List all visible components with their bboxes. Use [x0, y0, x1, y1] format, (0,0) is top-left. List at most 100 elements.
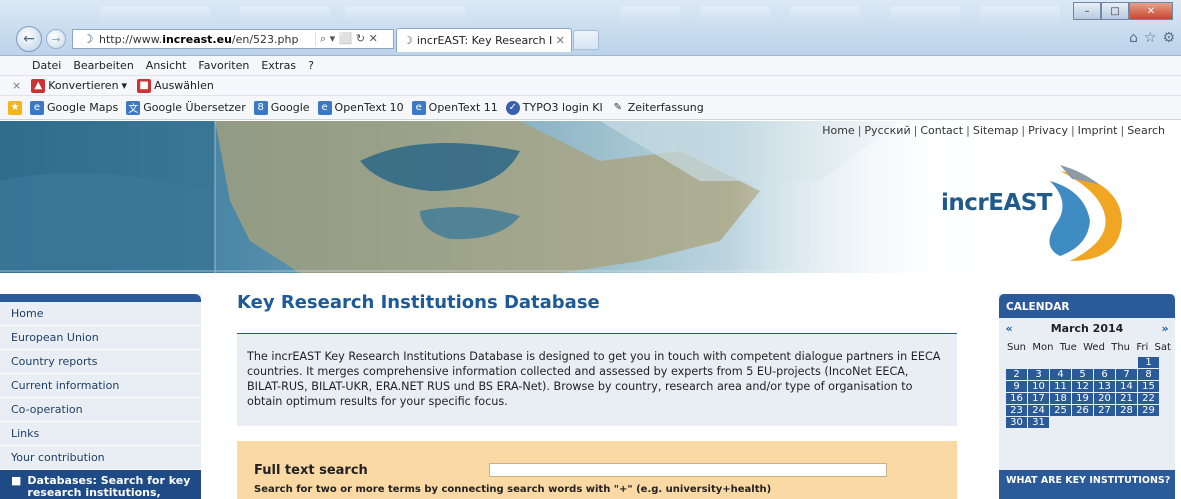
background-tab[interactable]: [620, 6, 680, 24]
nav-item-country-reports[interactable]: Country reports: [0, 350, 201, 374]
site-logo[interactable]: incrEAST: [941, 190, 1053, 216]
calendar-day[interactable]: 3: [1028, 369, 1049, 380]
calendar-day[interactable]: 9: [1006, 381, 1027, 392]
site-favicon-icon: ☽: [82, 32, 94, 46]
fav-google[interactable]: 8 Google: [253, 100, 310, 115]
site-favicon-icon: ☽: [403, 34, 413, 47]
calendar-day[interactable]: 14: [1116, 381, 1137, 392]
convert-button[interactable]: ▲ Konvertieren ▾: [31, 78, 128, 93]
menu-datei[interactable]: Datei: [32, 59, 61, 72]
favorites-star-button[interactable]: ★: [8, 100, 22, 115]
prev-month-button[interactable]: «: [999, 322, 1019, 335]
calendar-day[interactable]: 22: [1138, 393, 1159, 404]
background-tab[interactable]: [790, 6, 860, 24]
next-month-button[interactable]: »: [1155, 322, 1175, 335]
nav-item-european-union[interactable]: European Union: [0, 326, 201, 350]
calendar-day[interactable]: 17: [1028, 393, 1049, 404]
url-path: /en/523.php: [231, 32, 299, 46]
calendar-day[interactable]: 27: [1094, 405, 1115, 416]
calendar-grid: 1 2 3 4 5 6 7 8 9 10 11 12 13 14 15 16 17 18 19 20 21 22 23 24 2…: [1006, 357, 1175, 428]
background-tab[interactable]: [100, 6, 210, 24]
calendar-day[interactable]: 29: [1138, 405, 1159, 416]
toplink-home[interactable]: Home: [822, 124, 854, 137]
fav-opentext-11[interactable]: e OpenText 11: [411, 100, 498, 115]
nav-item-co-operation[interactable]: Co-operation: [0, 398, 201, 422]
toplink-privacy[interactable]: Privacy: [1028, 124, 1068, 137]
forward-button[interactable]: →: [46, 29, 66, 49]
calendar-day[interactable]: 15: [1138, 381, 1159, 392]
background-tab[interactable]: [980, 6, 1060, 24]
toplink-sitemap[interactable]: Sitemap: [973, 124, 1019, 137]
calendar-day[interactable]: 10: [1028, 381, 1049, 392]
address-bar-controls[interactable]: ⌕ ▾ ⬜ ↻ ✕: [315, 32, 393, 46]
calendar-day[interactable]: 6: [1094, 369, 1115, 380]
calendar-day[interactable]: 4: [1050, 369, 1071, 380]
calendar-day[interactable]: 2: [1006, 369, 1027, 380]
address-bar[interactable]: ☽ http://www.increast.eu/en/523.php ⌕ ▾ …: [72, 29, 394, 49]
window-controls: – □ ✕: [1073, 2, 1173, 20]
back-button[interactable]: ←: [16, 26, 42, 52]
calendar-day[interactable]: 7: [1116, 369, 1137, 380]
background-tab[interactable]: [890, 6, 960, 24]
background-tab[interactable]: [345, 6, 465, 24]
background-tab[interactable]: [700, 6, 770, 24]
star-icon[interactable]: ☆: [1144, 30, 1157, 46]
toplink-imprint[interactable]: Imprint: [1078, 124, 1118, 137]
fav-typo3-login[interactable]: ✓ TYPO3 login KI: [505, 100, 603, 115]
calendar-day[interactable]: 16: [1006, 393, 1027, 404]
new-tab-button[interactable]: [573, 30, 599, 50]
calendar-day[interactable]: 24: [1028, 405, 1049, 416]
what-are-key-institutions-link[interactable]: WHAT ARE KEY INSTITUTIONS?: [999, 470, 1175, 499]
calendar-day[interactable]: 1: [1138, 357, 1159, 368]
nav-item-databases[interactable]: ■ Databases: Search for key research ins…: [0, 470, 201, 499]
calendar-day[interactable]: 30: [1006, 417, 1027, 428]
active-tab[interactable]: ☽ incrEAST: Key Research Inst... ✕: [396, 28, 572, 52]
fav-zeiterfassung[interactable]: ✎ Zeiterfassung: [611, 101, 704, 115]
calendar-day[interactable]: 25: [1050, 405, 1071, 416]
select-button[interactable]: ■ Auswählen: [137, 78, 214, 93]
gear-icon[interactable]: ⚙: [1162, 30, 1175, 46]
calendar-day[interactable]: 18: [1050, 393, 1071, 404]
menu-bearbeiten[interactable]: Bearbeiten: [73, 59, 133, 72]
top-links: Home | Русский | Contact | Sitemap | Privacy | Imp…: [822, 124, 1165, 137]
calendar-day[interactable]: 21: [1116, 393, 1137, 404]
calendar-day[interactable]: 13: [1094, 381, 1115, 392]
home-icon[interactable]: ⌂: [1129, 30, 1138, 46]
nav-item-your-contribution[interactable]: Your contribution: [0, 446, 201, 470]
menu-help[interactable]: ?: [308, 59, 314, 72]
menu-extras[interactable]: Extras: [261, 59, 296, 72]
toplink-russian[interactable]: Русский: [864, 124, 910, 137]
tab-close-icon[interactable]: ✕: [556, 34, 565, 47]
close-bar-icon[interactable]: ×: [12, 79, 21, 92]
calendar-day[interactable]: 20: [1094, 393, 1115, 404]
calendar-day[interactable]: 28: [1116, 405, 1137, 416]
toplink-search[interactable]: Search: [1127, 124, 1165, 137]
fav-google-translate[interactable]: 文 Google Übersetzer: [126, 100, 246, 115]
menu-favoriten[interactable]: Favoriten: [198, 59, 249, 72]
nav-item-links[interactable]: Links: [0, 422, 201, 446]
calendar-empty-cell: [1028, 357, 1049, 368]
calendar-day[interactable]: 26: [1072, 405, 1093, 416]
close-window-button[interactable]: ✕: [1129, 2, 1173, 20]
calendar-day[interactable]: 11: [1050, 381, 1071, 392]
typo3-icon: ✓: [505, 100, 520, 115]
calendar-day[interactable]: 19: [1072, 393, 1093, 404]
calendar-day[interactable]: 5: [1072, 369, 1093, 380]
toplink-contact[interactable]: Contact: [920, 124, 963, 137]
fav-google-maps[interactable]: e Google Maps: [30, 100, 118, 115]
background-tab[interactable]: [240, 6, 330, 24]
chevron-down-icon[interactable]: ▾: [122, 79, 128, 92]
search-input[interactable]: [489, 463, 887, 477]
calendar-day[interactable]: 31: [1028, 417, 1049, 428]
nav-item-current-information[interactable]: Current information: [0, 374, 201, 398]
minimize-button[interactable]: –: [1073, 2, 1101, 20]
url-text[interactable]: http://www.increast.eu/en/523.php: [99, 33, 315, 46]
menu-ansicht[interactable]: Ansicht: [146, 59, 187, 72]
calendar-day[interactable]: 8: [1138, 369, 1159, 380]
maximize-button[interactable]: □: [1101, 2, 1129, 20]
fav-opentext-10[interactable]: e OpenText 10: [317, 100, 404, 115]
weekday-label: Tue: [1059, 342, 1077, 353]
nav-item-home[interactable]: Home: [0, 302, 201, 326]
calendar-day[interactable]: 23: [1006, 405, 1027, 416]
calendar-day[interactable]: 12: [1072, 381, 1093, 392]
